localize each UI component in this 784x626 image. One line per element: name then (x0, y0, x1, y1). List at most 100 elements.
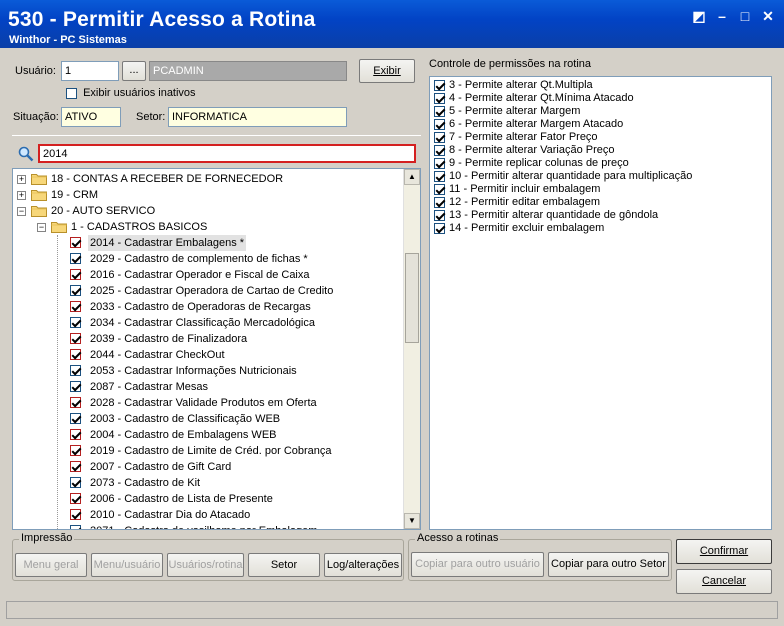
permission-item[interactable]: 14 - Permitir excluir embalagem (434, 222, 604, 235)
permission-checkbox[interactable] (434, 144, 445, 156)
permission-checkbox[interactable] (434, 196, 445, 208)
tree-item-checkbox[interactable] (70, 525, 81, 529)
tree-item-checkbox[interactable] (70, 493, 81, 504)
user-code-input[interactable] (61, 61, 119, 81)
collapse-icon[interactable]: − (17, 207, 26, 216)
permissions-list[interactable]: 3 - Permite alterar Qt.Multipla 4 - Permi… (429, 76, 772, 530)
permission-item[interactable]: 12 - Permitir editar embalagem (434, 196, 600, 209)
permission-item[interactable]: 5 - Permite alterar Margem (434, 105, 580, 118)
folder-icon (51, 220, 67, 233)
permission-label: 11 - Permitir incluir embalagem (449, 183, 601, 195)
permission-item[interactable]: 13 - Permitir alterar quantidade de gônd… (434, 209, 658, 222)
close-icon[interactable]: ✕ (759, 8, 777, 24)
permission-label: 6 - Permite alterar Margem Atacado (449, 118, 624, 130)
tree-folder-label: 18 - CONTAS A RECEBER DE FORNECEDOR (51, 173, 284, 185)
copy-to-sector-button[interactable]: Copiar para outro Setor (548, 552, 669, 577)
permission-label: 12 - Permitir editar embalagem (449, 196, 601, 208)
situacao-field (61, 107, 121, 127)
permission-checkbox[interactable] (434, 105, 445, 117)
permission-checkbox[interactable] (434, 222, 445, 234)
minimize-icon[interactable]: – (713, 8, 731, 24)
search-input[interactable] (38, 144, 416, 163)
tree-item-label: 2053 - Cadastrar Informações Nutricionai… (90, 365, 297, 377)
permission-checkbox[interactable] (434, 209, 445, 221)
permission-label: 14 - Permitir excluir embalagem (449, 222, 605, 234)
confirm-button-label: Confirmar (699, 545, 749, 557)
setor-label: Setor: (136, 111, 166, 123)
confirm-button[interactable]: Confirmar (676, 539, 772, 564)
tree-item-checkbox[interactable] (70, 285, 81, 296)
tree-item-label: 2004 - Cadastro de Embalagens WEB (90, 429, 277, 441)
permission-checkbox[interactable] (434, 183, 445, 195)
user-name-field (149, 61, 347, 81)
tree-item-checkbox[interactable] (70, 269, 81, 280)
tree-item-checkbox[interactable] (70, 509, 81, 520)
log-alteracoes-button[interactable]: Log/alterações (324, 553, 402, 577)
permission-item[interactable]: 6 - Permite alterar Margem Atacado (434, 118, 623, 131)
tree-scrollbar[interactable]: ▲ ▼ (403, 169, 420, 529)
tree-item-label: 2034 - Cadastrar Classificação Mercadoló… (90, 317, 315, 329)
scroll-up-icon[interactable]: ▲ (404, 169, 420, 185)
tree-item-checkbox[interactable] (70, 477, 81, 488)
tree-item-checkbox[interactable] (70, 301, 81, 312)
menu-geral-button[interactable]: Menu geral (15, 553, 87, 577)
folder-icon (31, 172, 47, 185)
tree-item-label: 2006 - Cadastro de Lista de Presente (90, 493, 273, 505)
tree-item-checkbox[interactable] (70, 333, 81, 344)
tree-item-label: 2029 - Cadastro de complemento de fichas… (90, 253, 308, 265)
permission-item[interactable]: 11 - Permitir incluir embalagem (434, 183, 600, 196)
expand-icon[interactable]: + (17, 191, 26, 200)
permission-checkbox[interactable] (434, 79, 445, 91)
inactive-users-checkbox[interactable] (66, 87, 77, 99)
permission-label: 4 - Permite alterar Qt.Mínima Atacado (449, 92, 634, 104)
tree-item-label: 2087 - Cadastrar Mesas (90, 381, 208, 393)
impressao-title: Impressão (19, 532, 75, 544)
show-button[interactable]: Exibir (359, 59, 415, 83)
permission-item[interactable]: 3 - Permite alterar Qt.Multipla (434, 79, 593, 92)
help-icon[interactable]: ◩ (690, 8, 708, 24)
usuarios-rotina-button[interactable]: Usuários/rotina (167, 553, 244, 577)
maximize-icon[interactable]: □ (736, 8, 754, 24)
permission-checkbox[interactable] (434, 118, 445, 130)
tree-item-checkbox[interactable] (70, 253, 81, 264)
menu-usuario-button[interactable]: Menu/usuário (91, 553, 163, 577)
permission-checkbox[interactable] (434, 131, 445, 143)
acesso-group: Acesso a rotinas Copiar para outro usuár… (408, 532, 672, 581)
tree-item-checkbox[interactable] (70, 429, 81, 440)
tree-item-checkbox[interactable] (70, 413, 81, 424)
setor-field (168, 107, 347, 127)
tree-item-checkbox[interactable] (70, 349, 81, 360)
cancel-button[interactable]: Cancelar (676, 569, 772, 594)
tree-item-checkbox[interactable] (70, 365, 81, 376)
scroll-thumb[interactable] (405, 253, 419, 343)
folder-icon (31, 188, 47, 201)
copy-to-user-button[interactable]: Copiar para outro usuário (411, 552, 544, 577)
permission-item[interactable]: 8 - Permite alterar Variação Preço (434, 144, 614, 157)
permission-item[interactable]: 7 - Permite alterar Fator Preço (434, 131, 598, 144)
user-lookup-button[interactable]: ... (122, 61, 146, 81)
tree-item-label: 2010 - Cadastrar Dia do Atacado (90, 509, 251, 521)
permission-label: 5 - Permite alterar Margem (449, 105, 581, 117)
situacao-label: Situação: (13, 111, 59, 123)
tree-item-label: 2071 - Cadastro de vasilhame por Embalag… (88, 523, 319, 529)
setor-button[interactable]: Setor (248, 553, 320, 577)
permission-checkbox[interactable] (434, 157, 445, 169)
collapse-icon[interactable]: − (37, 223, 46, 232)
scroll-down-icon[interactable]: ▼ (404, 513, 420, 529)
window-title: 530 - Permitir Acesso a Rotina (8, 8, 316, 31)
permission-item[interactable]: 10 - Permitir alterar quantidade para mu… (434, 170, 692, 183)
tree-item-checkbox[interactable] (70, 237, 81, 248)
expand-icon[interactable]: + (17, 175, 26, 184)
routine-tree[interactable]: +18 - CONTAS A RECEBER DE FORNECEDOR +19 … (12, 168, 421, 530)
permission-checkbox[interactable] (434, 170, 445, 182)
show-button-label: Exibir (373, 65, 401, 77)
permission-checkbox[interactable] (434, 92, 445, 104)
tree-item-checkbox[interactable] (70, 445, 81, 456)
tree-item-checkbox[interactable] (70, 461, 81, 472)
inactive-users-checkbox-row[interactable]: Exibir usuários inativos (66, 87, 196, 99)
permission-item[interactable]: 9 - Permite replicar colunas de preço (434, 157, 629, 170)
permission-item[interactable]: 4 - Permite alterar Qt.Mínima Atacado (434, 92, 634, 105)
tree-item-checkbox[interactable] (70, 317, 81, 328)
tree-item-checkbox[interactable] (70, 381, 81, 392)
tree-item-checkbox[interactable] (70, 397, 81, 408)
